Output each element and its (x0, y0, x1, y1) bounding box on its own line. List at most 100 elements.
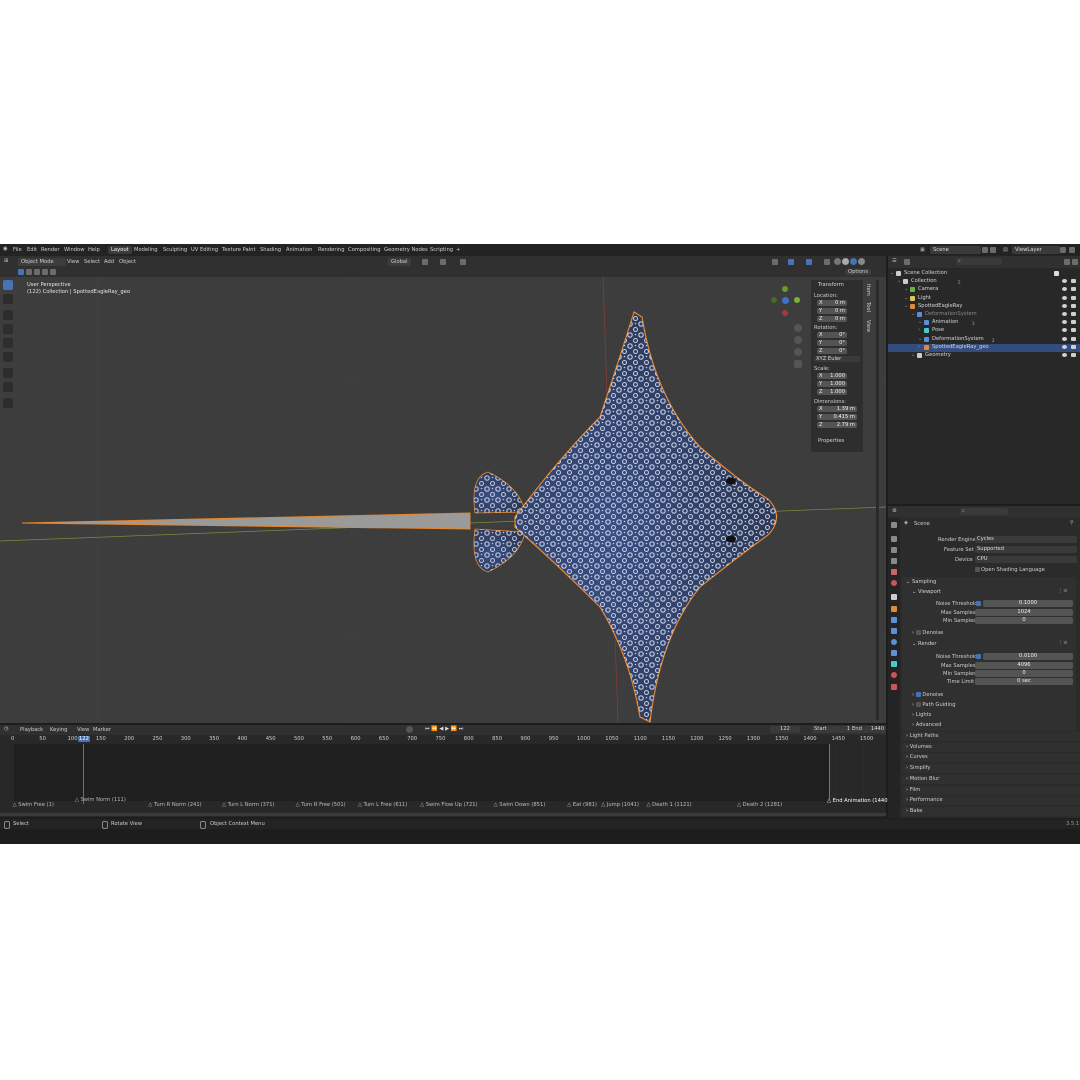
mode-dropdown[interactable]: Object Mode (18, 258, 66, 266)
orientation-dropdown[interactable]: Global (388, 258, 411, 266)
vp-noise-threshold-field[interactable]: 0.1000 (983, 600, 1073, 607)
section-header[interactable]: › Simplify (902, 764, 1080, 774)
options-button[interactable]: Options (845, 269, 872, 275)
viewport-menu-object[interactable]: Object (119, 259, 136, 265)
menu-window[interactable]: Window (64, 247, 84, 253)
gizmo-neg-z-icon[interactable] (782, 310, 788, 316)
pivot-icon[interactable] (422, 259, 428, 265)
add-cube-tool-icon[interactable] (3, 398, 13, 408)
timeline-marker[interactable]: △ End Animation (1440) (827, 798, 890, 804)
visibility-eye-icon[interactable] (1062, 279, 1067, 284)
vp-denoise-subpanel[interactable]: › Denoise (912, 630, 943, 636)
tab-texture-paint[interactable]: Texture Paint (222, 247, 255, 253)
section-header[interactable]: › Light Paths (902, 732, 1080, 741)
tab-view[interactable]: View (864, 318, 872, 334)
menu-help[interactable]: Help (88, 247, 100, 253)
render-camera-icon[interactable] (1071, 279, 1076, 284)
vp-max-samples-field[interactable]: 1024 (975, 609, 1073, 616)
physics-tab-icon[interactable] (891, 639, 897, 645)
expand-arrow-icon[interactable]: › (918, 327, 920, 333)
transform-panel-title[interactable]: Transform (818, 282, 844, 288)
menu-edit[interactable]: Edit (27, 247, 37, 253)
camera-view-icon[interactable] (794, 348, 802, 356)
properties-editor-icon[interactable]: ⚙ (892, 508, 897, 514)
outliner-row[interactable]: ⌄ DeformationSystem (888, 311, 1080, 319)
render-camera-icon[interactable] (1071, 287, 1076, 292)
properties-subpanel[interactable]: Properties (818, 438, 844, 444)
timeline-marker[interactable]: △ Swim Down (851) (494, 802, 546, 808)
vp-noise-threshold-checkbox[interactable] (976, 601, 981, 606)
transform-tool-icon[interactable] (3, 352, 13, 362)
expand-arrow-icon[interactable]: ⌄ (904, 303, 908, 309)
timeline-marker[interactable]: △ Eat (981) (567, 802, 597, 808)
render-camera-icon[interactable] (1071, 336, 1076, 341)
section-header[interactable]: › Film (902, 785, 1080, 795)
expand-arrow-icon[interactable]: ⌄ (911, 352, 915, 358)
exclude-checkbox-icon[interactable] (1054, 271, 1059, 276)
view-layer-field[interactable]: ViewLayer (1012, 246, 1060, 254)
expand-arrow-icon[interactable]: ⌄ (890, 270, 894, 276)
rotation-x-field[interactable]: X 0° (817, 332, 847, 338)
outliner-row[interactable]: ⌄ Camera (888, 286, 1080, 294)
outliner-row[interactable]: ⌄ Scene Collection (888, 270, 1080, 278)
annotate-tool-icon[interactable] (3, 368, 13, 378)
outliner-row[interactable]: ⌄ DeformationSystem (888, 336, 1080, 344)
select-extend-icon[interactable] (26, 269, 32, 275)
render-camera-icon[interactable] (1071, 295, 1076, 300)
rotation-y-field[interactable]: Y 0° (817, 340, 847, 346)
viewport-menu-select[interactable]: Select (84, 259, 100, 265)
viewport-3d[interactable]: ⊞ Object Mode View Select Add Object Glo… (0, 256, 886, 723)
move-tool-icon[interactable] (3, 310, 13, 320)
snap-icon[interactable] (440, 259, 446, 265)
tab-layout[interactable]: Layout (108, 246, 132, 254)
add-workspace-button[interactable]: + (456, 247, 460, 253)
select-subtract-icon[interactable] (34, 269, 40, 275)
device-dropdown[interactable]: CPU (975, 556, 1077, 563)
r-noise-threshold-checkbox[interactable] (976, 654, 981, 659)
playback-controls[interactable]: ⏮ ⏪ ◀ ▶ ⏩ ⏭ (425, 726, 463, 733)
r-max-samples-field[interactable]: 4096 (975, 662, 1073, 669)
expand-arrow-icon[interactable]: ⌄ (904, 295, 908, 301)
render-camera-icon[interactable] (1071, 353, 1076, 357)
menu-file[interactable]: File (13, 247, 22, 253)
pin-icon[interactable]: ⚲ (1070, 520, 1074, 526)
dimensions-z-field[interactable]: Z 2.79 m (817, 422, 857, 428)
select-intersect-icon[interactable] (50, 269, 56, 275)
scale-tool-icon[interactable] (3, 338, 13, 348)
viewport-scrollbar[interactable] (876, 280, 879, 720)
cursor-tool-icon[interactable] (3, 294, 13, 304)
section-header[interactable]: › Curves (902, 753, 1080, 763)
visibility-eye-icon[interactable] (1062, 328, 1067, 333)
timeline-editor-icon[interactable]: ◷ (4, 726, 9, 732)
view-layer-icon[interactable]: ▤ (1003, 247, 1008, 253)
navigation-gizmo[interactable] (770, 286, 802, 318)
scale-z-field[interactable]: Z 1.000 (817, 389, 847, 395)
frame-ruler[interactable]: 0 50 100 150 200 250 300 350 400 450 500 550 600 650 7… (0, 736, 886, 801)
playhead-frame-label[interactable]: 122 (78, 736, 90, 742)
timeline-marker[interactable]: △ Turn R Norm (241) (148, 802, 201, 808)
expand-arrow-icon[interactable]: ⌄ (918, 319, 922, 325)
r-min-samples-field[interactable]: 0 (975, 670, 1073, 677)
tab-item[interactable]: Item (864, 282, 872, 298)
render-camera-icon[interactable] (1071, 312, 1076, 316)
gizmo-neg-x-icon[interactable] (771, 297, 777, 303)
rotation-mode-dropdown[interactable]: XYZ Euler (814, 356, 860, 362)
section-header[interactable]: › Motion Blur (902, 774, 1080, 784)
zoom-view-icon[interactable] (794, 324, 802, 332)
shading-solid-icon[interactable] (842, 258, 849, 265)
gizmo-x-axis-icon[interactable] (794, 297, 800, 303)
collection-tab-icon[interactable] (891, 594, 897, 600)
visibility-eye-icon[interactable] (1062, 336, 1067, 341)
advanced-subpanel[interactable]: › Advanced (912, 722, 941, 728)
spotted-eagle-ray-model[interactable] (21, 311, 778, 723)
material-tab-icon[interactable] (891, 672, 897, 678)
timeline-marker[interactable]: △ Turn R Free (501) (296, 802, 346, 808)
tab-shading[interactable]: Shading (260, 247, 281, 253)
vp-denoise-checkbox[interactable] (915, 630, 921, 635)
expand-arrow-icon[interactable]: ⌄ (918, 336, 922, 342)
texture-tab-icon[interactable] (891, 684, 897, 690)
timeline-menu-marker[interactable]: Marker (93, 727, 111, 733)
gizmo-z-axis-icon[interactable] (782, 286, 788, 292)
visibility-icon[interactable] (772, 259, 778, 265)
modifier-tab-icon[interactable] (891, 617, 897, 623)
